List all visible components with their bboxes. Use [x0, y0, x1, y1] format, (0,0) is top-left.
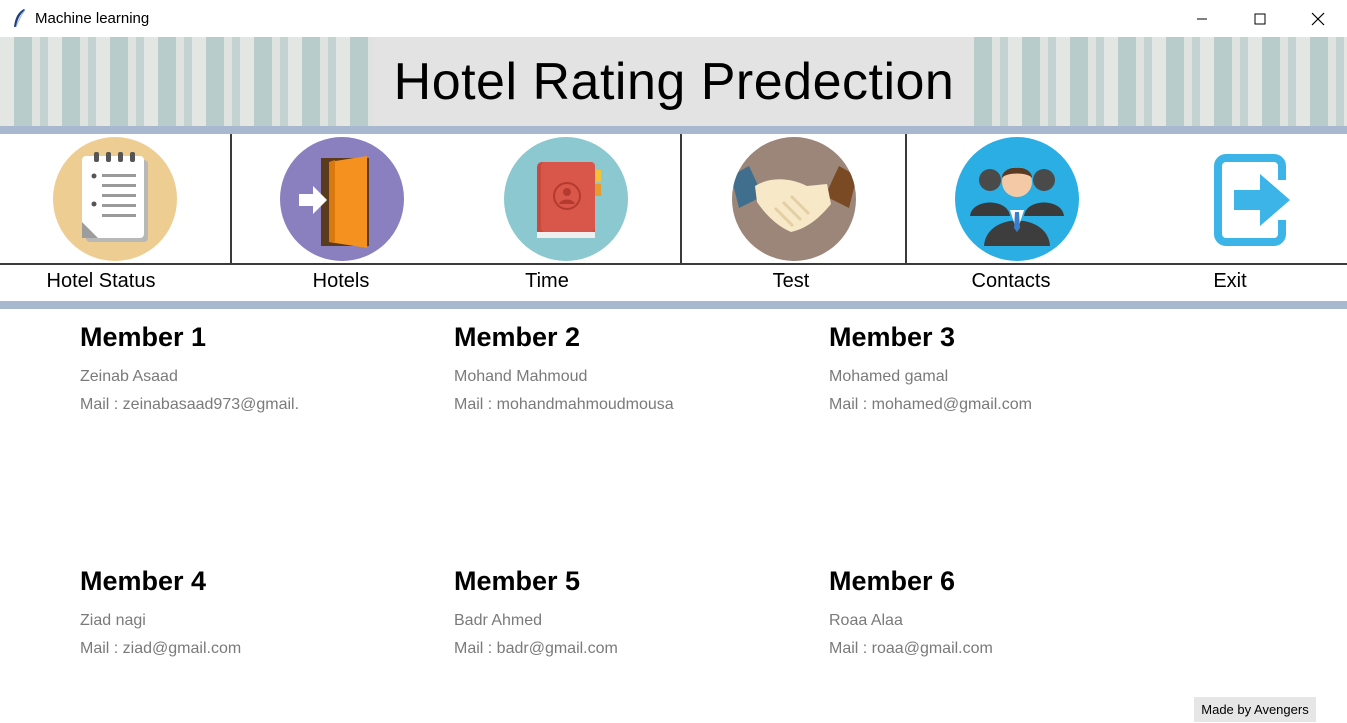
member-mail: Mail : ziad@gmail.com [80, 640, 242, 657]
credits-badge: Made by Avengers [1194, 697, 1316, 722]
main-navigation [0, 134, 1347, 265]
member-name: Mohand Mahmoud [454, 368, 588, 385]
close-icon [1311, 12, 1325, 25]
banner-title-panel: Hotel Rating Predection [374, 37, 974, 126]
minimize-button[interactable] [1173, 0, 1231, 37]
close-button[interactable] [1289, 0, 1347, 37]
book-icon [503, 136, 628, 261]
member-card: Member 5 Badr Ahmed Mail : badr@gmail.co… [454, 566, 794, 660]
title-bar: Machine learning [0, 0, 1347, 37]
nav-label-exit[interactable]: Exit [1129, 270, 1331, 293]
header-banner: Hotel Rating Predection [0, 37, 1347, 126]
member-heading: Member 6 [829, 566, 956, 596]
member-heading: Member 2 [454, 322, 581, 352]
maximize-icon [1254, 13, 1266, 24]
member-heading: Member 3 [829, 322, 956, 352]
member-mail: Mail : roaa@gmail.com [829, 640, 993, 657]
member-heading: Member 1 [80, 322, 207, 352]
member-name: Ziad nagi [80, 612, 146, 629]
nav-hotels-button[interactable] [232, 134, 451, 265]
handshake-icon [731, 136, 856, 261]
nav-time-button[interactable] [451, 134, 682, 265]
nav-label-contacts[interactable]: Contacts [910, 270, 1112, 293]
nav-label-test[interactable]: Test [690, 270, 892, 293]
member-heading: Member 5 [454, 566, 581, 596]
member-mail: Mail : badr@gmail.com [454, 640, 618, 657]
nav-divider [0, 301, 1347, 309]
nav-contacts-button[interactable] [907, 134, 1126, 265]
nav-label-time[interactable]: Time [446, 270, 648, 293]
door-enter-icon [279, 136, 404, 261]
member-card: Member 2 Mohand Mahmoud Mail : mohandmah… [454, 322, 794, 416]
member-name: Roaa Alaa [829, 612, 903, 629]
member-mail: Mail : mohamed@gmail.com [829, 396, 1032, 413]
nav-labels: Hotel Status Hotels Time Test Contacts E… [0, 265, 1347, 301]
member-name: Zeinab Asaad [80, 368, 178, 385]
member-card: Member 1 Zeinab Asaad Mail : zeinabasaad… [80, 322, 420, 416]
notepad-icon [53, 136, 177, 261]
member-card: Member 6 Roaa Alaa Mail : roaa@gmail.com [829, 566, 1169, 660]
member-card: Member 3 Mohamed gamal Mail : mohamed@gm… [829, 322, 1169, 416]
team-icon [954, 136, 1079, 261]
feather-icon [12, 8, 28, 28]
nav-label-hotel-status[interactable]: Hotel Status [0, 270, 202, 293]
minimize-icon [1197, 18, 1207, 19]
member-mail: Mail : zeinabasaad973@gmail. [80, 396, 300, 413]
nav-hotel-status-button[interactable] [0, 134, 232, 265]
page-title: Hotel Rating Predection [393, 52, 955, 111]
member-mail: Mail : mohandmahmoudmousa [454, 396, 674, 413]
member-name: Badr Ahmed [454, 612, 543, 629]
exit-icon [1213, 153, 1290, 246]
nav-label-hotels[interactable]: Hotels [240, 270, 442, 293]
member-name: Mohamed gamal [829, 368, 949, 385]
header-divider [0, 126, 1347, 134]
window-title: Machine learning [35, 10, 150, 27]
nav-test-button[interactable] [682, 134, 907, 265]
nav-exit-button[interactable] [1126, 134, 1347, 265]
member-heading: Member 4 [80, 566, 207, 596]
app-window: Machine learning Hotel Rating Predection [0, 0, 1347, 723]
maximize-button[interactable] [1231, 0, 1289, 37]
member-card: Member 4 Ziad nagi Mail : ziad@gmail.com [80, 566, 420, 660]
